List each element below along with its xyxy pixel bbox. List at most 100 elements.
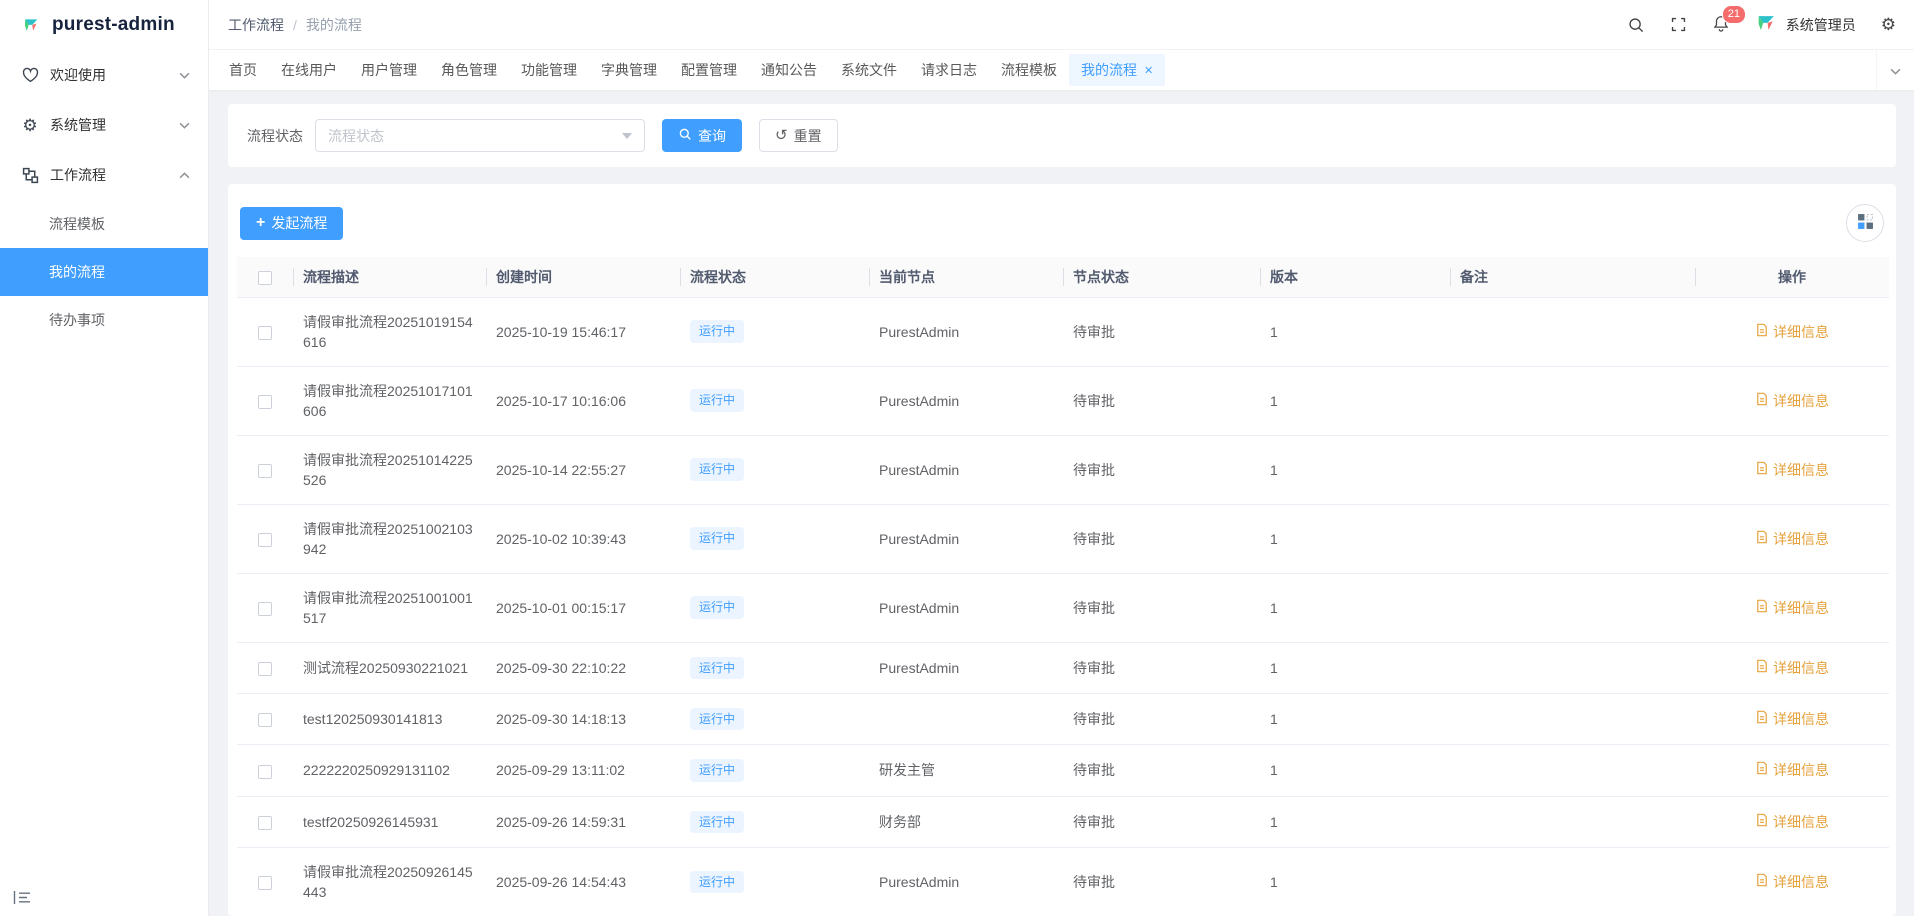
detail-link[interactable]: 详细信息 — [1755, 760, 1829, 780]
sidebar-item-flow-template[interactable]: 流程模板 — [0, 200, 208, 248]
table-cell: 1 — [1260, 573, 1450, 643]
column-settings-button[interactable] — [1846, 204, 1884, 242]
tab-label: 用户管理 — [361, 62, 417, 78]
status-badge: 运行中 — [690, 320, 745, 343]
main-area: 工作流程 / 我的流程 21 系统管理员 ⚙ 首页 在线用户 用户管理 角色管理… — [209, 0, 1914, 916]
collapse-sidebar-button[interactable] — [13, 890, 31, 908]
sidebar-item-label: 系统管理 — [50, 117, 106, 133]
flow-table: 流程描述 创建时间 流程状态 当前节点 节点状态 版本 备注 操作 请假审批流程2025101… — [237, 257, 1889, 916]
detail-link-label: 详细信息 — [1773, 461, 1829, 478]
detail-link[interactable]: 详细信息 — [1755, 872, 1829, 892]
row-checkbox[interactable] — [258, 713, 272, 728]
table-cell: 待审批 — [1063, 847, 1260, 916]
row-checkbox[interactable] — [258, 394, 272, 409]
user-name: 系统管理员 — [1785, 16, 1856, 33]
table-cell: 1 — [1260, 642, 1450, 694]
table-body: 请假审批流程20251019154616 2025-10-19 15:46:17 运… — [237, 297, 1889, 916]
document-icon — [1755, 658, 1769, 678]
table-cell: 1 — [1260, 504, 1450, 574]
column-header: 版本 — [1260, 257, 1450, 298]
table-cell: 2025-10-17 10:16:06 — [486, 366, 680, 436]
table-cell: 请假审批流程20251002103942 — [293, 504, 486, 574]
tab-item[interactable]: 通知公告 — [749, 54, 829, 86]
detail-link-label: 详细信息 — [1773, 874, 1829, 891]
detail-link[interactable]: 详细信息 — [1755, 391, 1829, 411]
create-flow-button[interactable]: + 发起流程 — [240, 206, 344, 240]
tab-item[interactable]: 请求日志 — [909, 54, 989, 86]
status-badge: 运行中 — [690, 759, 745, 782]
tab-item[interactable]: 用户管理 — [349, 54, 429, 86]
detail-link[interactable]: 详细信息 — [1755, 460, 1829, 480]
settings-gear-icon[interactable]: ⚙ — [1881, 16, 1896, 33]
detail-link[interactable]: 详细信息 — [1755, 658, 1829, 678]
tab-label: 我的流程 — [1081, 62, 1137, 78]
fullscreen-icon[interactable] — [1670, 16, 1687, 33]
sidebar-item-system-management[interactable]: ⚙ 系统管理 — [0, 100, 208, 150]
collapse-sidebar-icon — [13, 890, 31, 908]
status-select[interactable]: 流程状态 — [315, 119, 645, 152]
tab-item[interactable]: 配置管理 — [669, 54, 749, 86]
row-checkbox[interactable] — [258, 816, 272, 831]
table-cell: 运行中 — [680, 435, 869, 505]
tab-item[interactable]: 角色管理 — [429, 54, 509, 86]
tab-item[interactable]: 我的流程 ✕ — [1069, 54, 1166, 86]
document-icon — [1755, 598, 1769, 618]
row-checkbox[interactable] — [258, 532, 272, 547]
table-cell: 2025-10-01 00:15:17 — [486, 573, 680, 643]
tab-item[interactable]: 首页 — [217, 54, 269, 86]
tabs-dropdown-button[interactable] — [1876, 50, 1914, 90]
user-menu[interactable]: 系统管理员 — [1755, 12, 1856, 37]
tab-item[interactable]: 流程模板 — [989, 54, 1069, 86]
tab-item[interactable]: 字典管理 — [589, 54, 669, 86]
avatar — [1755, 12, 1777, 37]
action-cell: 详细信息 — [1695, 435, 1889, 505]
close-icon[interactable]: ✕ — [1144, 64, 1153, 77]
row-checkbox[interactable] — [258, 661, 272, 676]
select-all-checkbox[interactable] — [258, 270, 272, 285]
column-header: 节点状态 — [1063, 257, 1260, 298]
row-select-cell — [237, 847, 293, 916]
table-cell: 1 — [1260, 435, 1450, 505]
row-checkbox[interactable] — [258, 601, 272, 616]
search-icon[interactable] — [1627, 16, 1645, 34]
table-header-row: 流程描述 创建时间 流程状态 当前节点 节点状态 版本 备注 操作 — [237, 257, 1889, 298]
detail-link[interactable]: 详细信息 — [1755, 709, 1829, 729]
table-row: 2222220250929131102 2025-09-29 13:11:02 运行… — [237, 744, 1889, 797]
sidebar-item-todo-items[interactable]: 待办事项 — [0, 296, 208, 344]
page-content: 流程状态 流程状态 查询 ↺ 重置 + 发起流程 流程描述 创建时间 流程状态 … — [209, 90, 1914, 916]
table-cell: 待审批 — [1063, 366, 1260, 436]
table-cell: PurestAdmin — [869, 435, 1063, 505]
row-checkbox[interactable] — [258, 325, 272, 340]
app-title: purest-admin — [52, 14, 175, 35]
table-cell: 运行中 — [680, 847, 869, 916]
detail-link[interactable]: 详细信息 — [1755, 812, 1829, 832]
detail-link-label: 详细信息 — [1773, 813, 1829, 830]
tab-item[interactable]: 功能管理 — [509, 54, 589, 86]
reset-button[interactable]: ↺ 重置 — [759, 119, 838, 152]
detail-link[interactable]: 详细信息 — [1755, 322, 1829, 342]
table-cell: 请假审批流程20251019154616 — [293, 297, 486, 367]
table-row: 测试流程20250930221021 2025-09-30 22:10:22 运行中… — [237, 642, 1889, 694]
detail-link[interactable]: 详细信息 — [1755, 529, 1829, 549]
breadcrumb-item[interactable]: 工作流程 — [228, 15, 284, 35]
row-select-cell — [237, 796, 293, 849]
workflow-icon — [21, 167, 39, 184]
row-checkbox[interactable] — [258, 876, 272, 891]
tab-item[interactable]: 系统文件 — [829, 54, 909, 86]
table-cell: 待审批 — [1063, 435, 1260, 505]
tab-label: 配置管理 — [681, 62, 737, 78]
status-badge: 运行中 — [690, 810, 745, 834]
sidebar-item-my-flows[interactable]: 我的流程 — [0, 248, 208, 296]
table-cell: 2025-09-29 13:11:02 — [486, 744, 680, 797]
row-checkbox[interactable] — [258, 463, 272, 478]
table-cell: 2025-09-30 14:18:13 — [486, 693, 680, 746]
logo-icon — [22, 12, 40, 38]
row-checkbox[interactable] — [258, 764, 272, 779]
table-cell: 待审批 — [1063, 796, 1260, 849]
search-button[interactable]: 查询 — [662, 119, 742, 152]
sidebar-item-workflow[interactable]: 工作流程 — [0, 150, 208, 200]
detail-link[interactable]: 详细信息 — [1755, 598, 1829, 618]
notifications-button[interactable]: 21 — [1712, 5, 1746, 35]
tab-item[interactable]: 在线用户 — [269, 54, 349, 86]
sidebar-item-welcome[interactable]: 欢迎使用 — [0, 50, 208, 100]
